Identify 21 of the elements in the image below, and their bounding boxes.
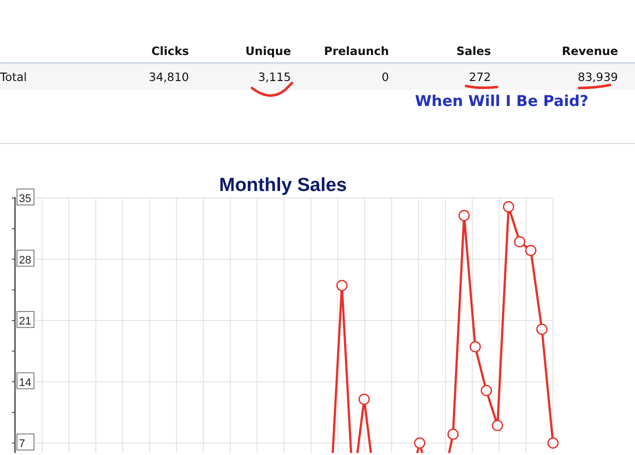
underline-mark xyxy=(578,84,612,90)
tick-label: 21 xyxy=(16,311,34,328)
column-header: Unique xyxy=(244,44,291,58)
tick-label: 28 xyxy=(16,250,34,267)
note-text: When Will I Be Paid? xyxy=(415,92,588,110)
table-cell-text: 34,810 xyxy=(148,70,189,84)
underline-mark xyxy=(464,84,498,90)
table-cell-text: Total xyxy=(0,70,28,84)
column-header: Prelaunch xyxy=(323,44,389,58)
column-header: Revenue xyxy=(560,44,618,58)
table-cell-text: 3,115 xyxy=(257,70,291,84)
table-cell-text: 83,939 xyxy=(576,70,618,84)
tick-label: 14 xyxy=(16,372,34,390)
column-header: Clicks xyxy=(150,44,189,58)
table-cell-text: 272 xyxy=(468,70,491,84)
column-header: Sales xyxy=(455,44,491,58)
table-cell-text: 0 xyxy=(380,70,389,84)
chart-title: Monthly Sales xyxy=(219,175,347,196)
underline-mark xyxy=(250,82,294,97)
tick-label: 7 xyxy=(16,434,34,450)
tick-label: 35 xyxy=(16,188,34,206)
